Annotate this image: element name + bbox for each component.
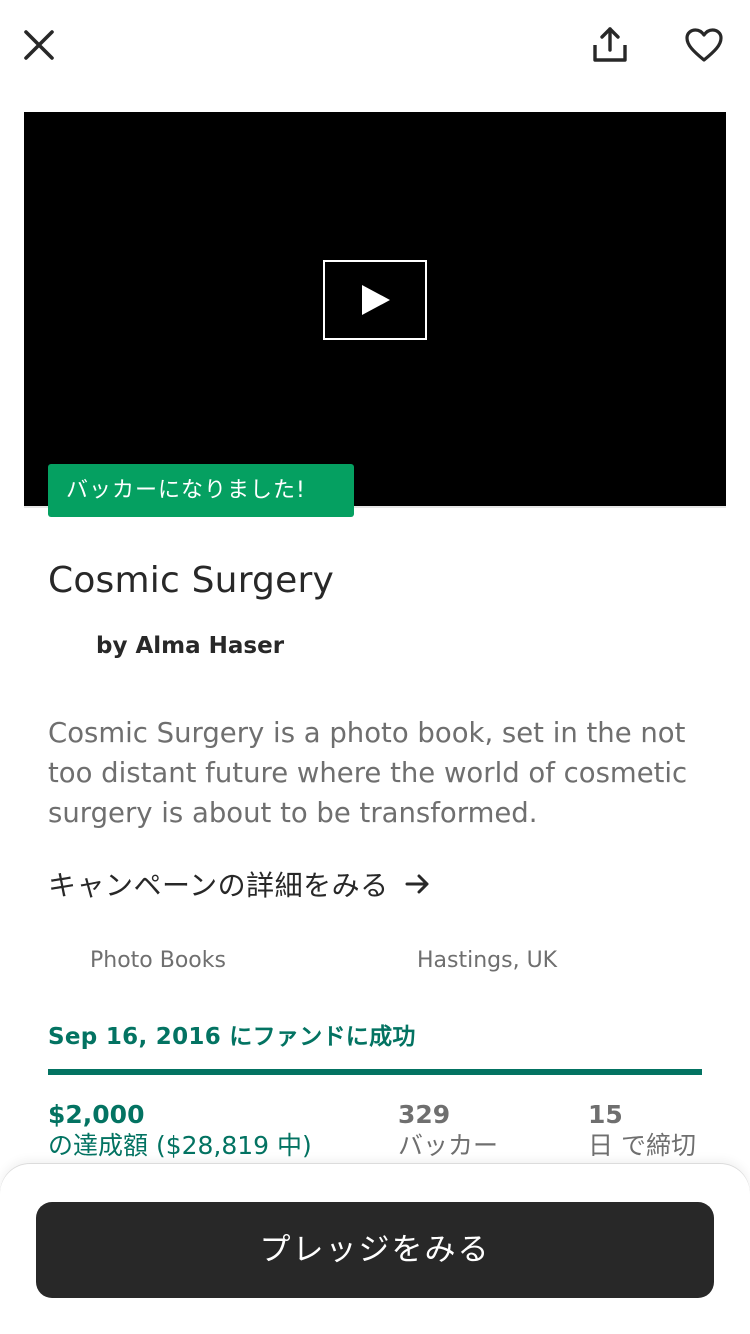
pledged-label: の達成額 ($28,819 中): [48, 1131, 312, 1160]
close-button[interactable]: [14, 20, 64, 70]
arrow-right-icon: [405, 871, 431, 897]
close-icon: [24, 30, 54, 60]
funding-progress-bar: [48, 1069, 702, 1075]
pledged-value: $2,000: [48, 1100, 145, 1129]
avatar: [48, 628, 84, 664]
project-title: Cosmic Surgery: [48, 560, 334, 601]
video-player[interactable]: [24, 112, 726, 506]
stat-days: 15 日 で締切: [588, 1100, 696, 1162]
heart-icon: [685, 28, 723, 62]
bottom-action-sheet: プレッジをみる: [0, 1164, 750, 1334]
location-tag[interactable]: Hastings, UK: [417, 948, 557, 973]
project-blurb: Cosmic Surgery is a photo book, set in t…: [48, 717, 688, 829]
backers-label: バッカー: [398, 1131, 499, 1160]
backers-value: 329: [398, 1100, 451, 1129]
campaign-details-link[interactable]: キャンペーンの詳細をみる: [48, 864, 431, 904]
stat-pledged: $2,000 の達成額 ($28,819 中): [48, 1100, 312, 1162]
share-icon: [593, 27, 627, 62]
play-button[interactable]: [323, 260, 427, 340]
view-pledge-button[interactable]: プレッジをみる: [36, 1202, 714, 1298]
funding-status: Sep 16, 2016 にファンドに成功: [48, 1024, 416, 1050]
progress-fill: [48, 1069, 702, 1075]
stat-backers: 329 バッカー: [398, 1100, 498, 1162]
favorite-button[interactable]: [678, 20, 730, 70]
campaign-link-label: キャンペーンの詳細をみる: [48, 869, 389, 902]
category-tag[interactable]: Photo Books: [90, 948, 226, 973]
creator-name[interactable]: by Alma Haser: [96, 633, 284, 659]
project-page: バッカーになりました! Cosmic Surgery by Alma Haser…: [0, 0, 750, 1334]
play-icon: [362, 285, 390, 315]
days-label: 日 で締切: [588, 1131, 696, 1160]
share-button[interactable]: [584, 20, 636, 70]
category-label: Photo Books: [90, 948, 226, 973]
backer-badge: バッカーになりました!: [48, 464, 354, 517]
days-value: 15: [588, 1100, 623, 1129]
location-label: Hastings, UK: [417, 948, 558, 973]
